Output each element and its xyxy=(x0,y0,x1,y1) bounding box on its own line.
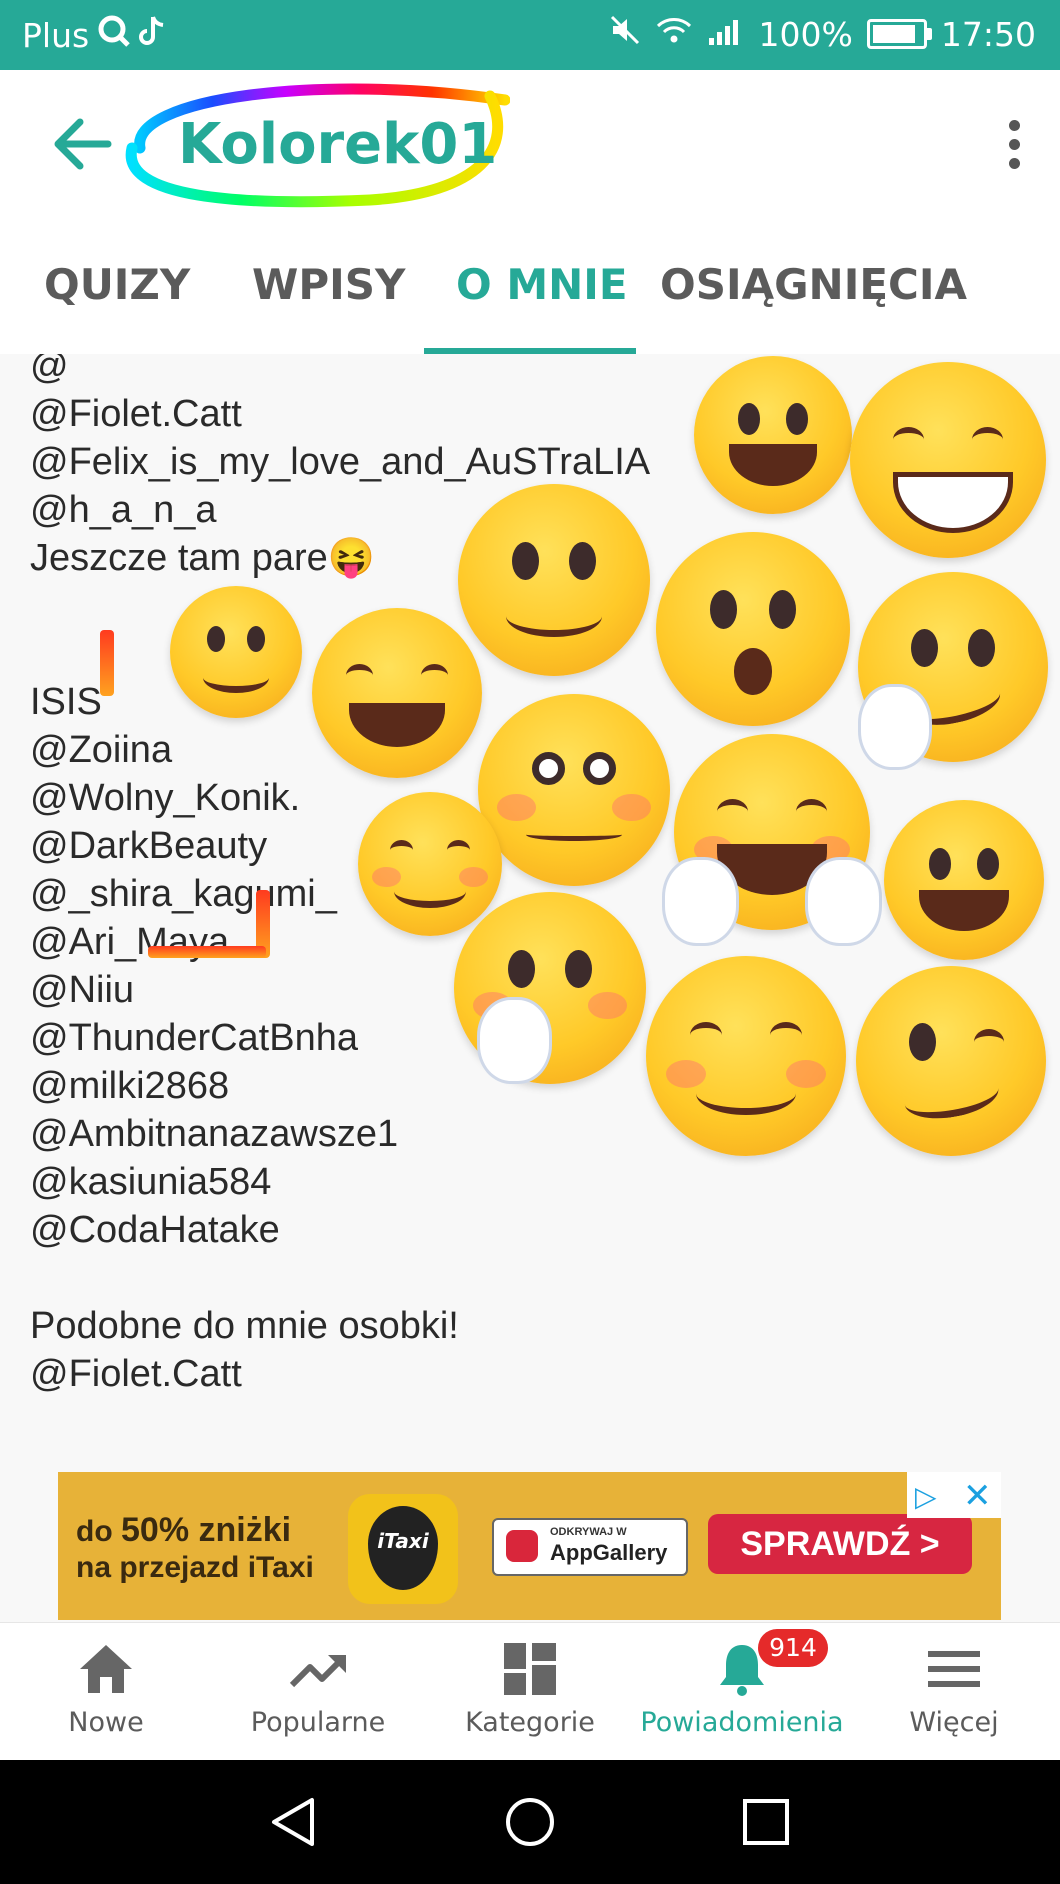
text-line: @Fiolet.Catt xyxy=(30,1353,242,1395)
text-line: @kasiunia584 xyxy=(30,1161,272,1203)
ad-line2: na przejazd iTaxi xyxy=(76,1551,314,1584)
tiktok-icon xyxy=(139,15,165,55)
battery-percent: 100% xyxy=(758,14,853,54)
tab-o-mnie[interactable]: O MNIE xyxy=(456,260,628,309)
nav-label: Powiadomienia xyxy=(640,1707,844,1738)
system-navigation-bar xyxy=(0,1760,1060,1884)
red-mark xyxy=(100,630,114,696)
status-left: Plus xyxy=(22,14,165,56)
status-bar: Plus 100% 17:50 xyxy=(0,0,1060,70)
ad-banner[interactable]: do 50% zniżki na przejazd iTaxi iTaxi OD… xyxy=(58,1472,1001,1620)
itaxi-logo: iTaxi xyxy=(348,1494,458,1604)
home-circle-icon[interactable] xyxy=(504,1796,556,1848)
appgallery-icon xyxy=(506,1530,538,1562)
tab-osiagniecia[interactable]: OSIĄGNIĘCIA xyxy=(660,260,967,309)
back-arrow-icon[interactable] xyxy=(52,118,112,170)
face-hand-over-mouth-emoji xyxy=(454,892,646,1084)
ad-line1-big: 50% zniżki xyxy=(121,1511,292,1549)
appgallery-name: AppGallery xyxy=(550,1540,668,1565)
nav-kategorie[interactable]: Kategorie xyxy=(424,1623,636,1761)
itaxi-logo-text: iTaxi xyxy=(368,1506,438,1590)
appgallery-small-label: ODKRYWAJ W xyxy=(550,1526,627,1538)
hugging-face-emoji xyxy=(662,734,882,946)
app-bar: Kolorek01 xyxy=(0,70,1060,220)
text-line: @Ambitnanazawsze1 xyxy=(30,1113,399,1155)
recents-square-icon[interactable] xyxy=(740,1796,792,1848)
red-mark xyxy=(148,946,266,958)
ad-cta-button[interactable]: SPRAWDŹ > xyxy=(708,1514,972,1574)
hushed-face-emoji xyxy=(656,532,850,726)
ad-choices-icon[interactable]: ▷ xyxy=(915,1480,937,1513)
wifi-icon xyxy=(655,14,693,54)
signal-icon xyxy=(707,15,745,54)
smiling-face-blushing-emoji xyxy=(358,792,502,936)
text-line: Podobne do mnie osobki! xyxy=(30,1305,459,1347)
thinking-face-emoji xyxy=(858,572,1048,770)
flushed-face-emoji xyxy=(478,694,670,886)
text-line: @CodaHatake xyxy=(30,1209,280,1251)
grinning-face-emoji xyxy=(884,800,1044,960)
home-icon xyxy=(76,1641,136,1697)
clock: 17:50 xyxy=(940,14,1036,54)
text-line: @ xyxy=(30,354,69,387)
beaming-face-emoji xyxy=(850,362,1046,558)
profile-tabs: QUIZY WPISY O MNIE OSIĄGNIĘCIA xyxy=(0,220,1060,354)
appgallery-badge[interactable]: ODKRYWAJ W AppGallery xyxy=(492,1518,688,1576)
nav-label: Popularne xyxy=(250,1707,386,1738)
close-ad-icon[interactable]: ✕ xyxy=(963,1476,992,1516)
battery-icon xyxy=(866,19,932,49)
back-triangle-icon[interactable] xyxy=(268,1796,320,1848)
tab-quizy[interactable]: QUIZY xyxy=(44,260,190,309)
smiling-face-emoji xyxy=(170,586,302,718)
bottom-navigation: Nowe Popularne Kategorie 914 Powiadomien… xyxy=(0,1622,1060,1761)
mute-icon xyxy=(609,14,641,54)
slightly-smiling-face-emoji xyxy=(458,484,650,676)
grid-icon xyxy=(500,1641,560,1697)
smiling-eyes-face-emoji xyxy=(646,956,846,1156)
trending-icon xyxy=(288,1641,348,1697)
grinning-squinting-face-emoji xyxy=(312,608,482,778)
tab-wpisy[interactable]: WPISY xyxy=(252,260,405,309)
notification-badge: 914 xyxy=(758,1629,828,1667)
ad-line1-prefix: do xyxy=(76,1515,121,1548)
nav-label: Nowe xyxy=(68,1707,144,1738)
menu-icon xyxy=(924,1641,984,1697)
page-title: Kolorek01 xyxy=(178,112,498,177)
nav-popularne[interactable]: Popularne xyxy=(212,1623,424,1761)
nav-label: Więcej xyxy=(909,1707,999,1738)
nav-nowe[interactable]: Nowe xyxy=(0,1623,212,1761)
grinning-face-emoji xyxy=(694,356,852,514)
ad-text: do 50% zniżki na przejazd iTaxi xyxy=(76,1512,314,1586)
nav-label: Kategorie xyxy=(465,1707,595,1738)
more-vert-icon[interactable] xyxy=(1004,120,1024,174)
winking-face-emoji xyxy=(856,966,1046,1156)
carrier-label: Plus xyxy=(22,15,90,55)
about-content[interactable]: @ @Fiolet.Catt @Felix_is_my_love_and_AuS… xyxy=(0,354,1060,1468)
nav-wiecej[interactable]: Więcej xyxy=(848,1623,1060,1761)
search-app-icon xyxy=(97,14,131,56)
text-line: @Felix_is_my_love_and_AuSTraLIA xyxy=(30,441,651,483)
ad-choices[interactable]: ▷ ✕ xyxy=(907,1472,1001,1518)
text-line xyxy=(30,1254,650,1302)
nav-powiadomienia[interactable]: 914 Powiadomienia xyxy=(636,1623,848,1761)
status-right: 100% 17:50 xyxy=(609,14,1036,54)
text-line: @Fiolet.Catt xyxy=(30,393,242,435)
